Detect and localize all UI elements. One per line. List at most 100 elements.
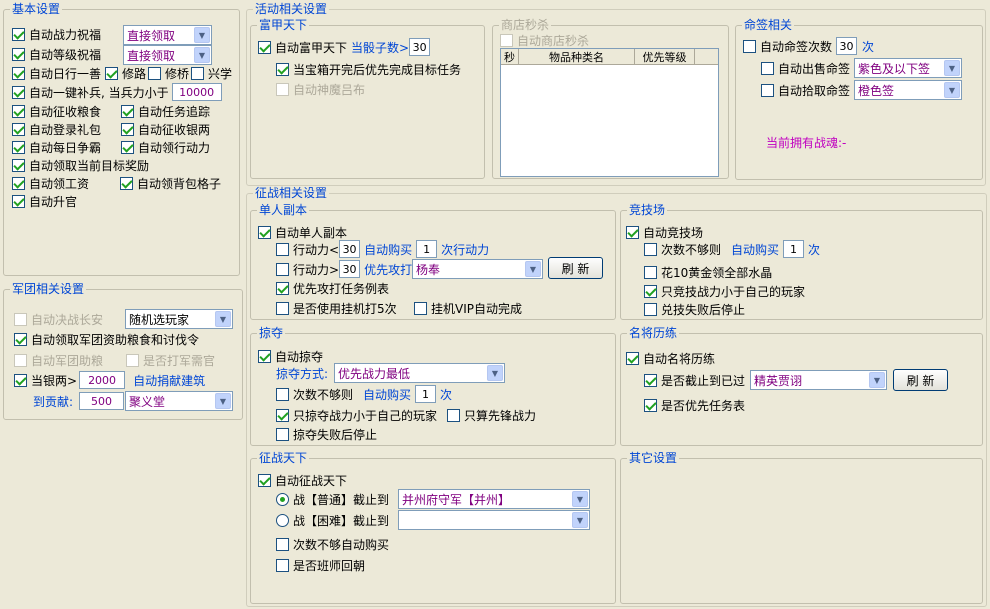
fujia-priority-row[interactable]: 当宝箱开完后优先完成目标任务 — [276, 60, 461, 78]
famous-priority-row[interactable]: 是否优先任务表 — [644, 396, 745, 414]
chevron-down-icon[interactable]: ▼ — [944, 60, 960, 76]
shengguan-checkbox[interactable] — [12, 194, 25, 208]
renwu-zhuizong-checkbox[interactable] — [121, 104, 134, 118]
arena-weaker-checkbox[interactable] — [644, 284, 657, 298]
building-select[interactable]: 聚义堂 ▼ — [125, 391, 233, 411]
vip-checkbox[interactable] — [414, 301, 427, 315]
plunder-stop-checkbox[interactable] — [276, 427, 289, 441]
chevron-down-icon[interactable]: ▼ — [215, 311, 231, 327]
mingqian-count-input[interactable]: 30 — [836, 37, 858, 55]
bangliang-checkbox[interactable] — [14, 353, 27, 367]
plunder-auto-checkbox[interactable] — [258, 349, 271, 363]
chevron-down-icon[interactable]: ▼ — [525, 261, 541, 277]
dengji-select[interactable]: 直接领取 ▼ — [123, 45, 212, 65]
auto-bubing-row[interactable]: 自动一键补兵, 当兵力小于 10000 — [12, 83, 222, 101]
plunder-weaker-row[interactable]: 只掠夺战力小于自己的玩家 — [276, 406, 437, 424]
fujia-auto-row[interactable]: 自动富甲天下 当骰子数> 30 — [258, 38, 431, 56]
single-row1-checkbox[interactable] — [276, 242, 289, 256]
zhanli-select[interactable]: 直接领取 ▼ — [123, 25, 212, 45]
mingqian-sell-select[interactable]: 紫色及以下签 ▼ — [854, 58, 962, 78]
zhengshou-yin-checkbox[interactable] — [121, 122, 134, 136]
famous-stop-checkbox[interactable] — [644, 373, 657, 387]
dice-input[interactable]: 30 — [409, 38, 431, 56]
junxu-checkbox[interactable] — [126, 353, 139, 367]
auto-rixing-checkbox[interactable] — [12, 66, 25, 80]
col-item[interactable]: 物品种类名 — [519, 49, 635, 64]
plunder-stop-row[interactable]: 掠夺失败后停止 — [276, 425, 377, 443]
fujia-priority-checkbox[interactable] — [276, 62, 289, 76]
shop-auto-row[interactable]: 自动商店秒杀 — [500, 31, 589, 49]
mubiao-jiangli-row[interactable]: 自动领取当前目标奖励 — [12, 156, 149, 174]
shop-table[interactable]: 秒 物品种类名 优先等级 — [500, 48, 719, 177]
single-row2[interactable]: 行动力> 30 优先攻打 — [276, 260, 412, 278]
junxu-row[interactable]: 是否打军需官 — [126, 351, 215, 369]
beibao-row[interactable]: 自动领背包格子 — [120, 174, 221, 192]
chevron-down-icon[interactable]: ▼ — [194, 47, 210, 63]
arena-weaker-row[interactable]: 只竞技战力小于自己的玩家 — [644, 282, 805, 300]
arena-auto-row[interactable]: 自动竞技场 — [626, 223, 703, 241]
single-row2-checkbox[interactable] — [276, 262, 289, 276]
single-refresh-button[interactable]: 刷 新 — [548, 257, 603, 279]
chevron-down-icon[interactable]: ▼ — [215, 393, 231, 409]
col-priority[interactable]: 优先等级 — [635, 49, 695, 64]
dangyin-row[interactable]: 当银两> 2000 自动捐献建筑 — [14, 371, 205, 389]
shop-auto-checkbox[interactable] — [500, 33, 513, 47]
conquer-hard-radio[interactable] — [276, 513, 289, 527]
famous-stop-row[interactable]: 是否截止到已过 — [644, 371, 745, 389]
single-row1-input[interactable]: 30 — [339, 240, 361, 258]
juezhan-select[interactable]: 随机选玩家 ▼ — [125, 309, 233, 329]
meiri-zhengba-row[interactable]: 自动每日争霸 — [12, 138, 101, 156]
famous-priority-checkbox[interactable] — [644, 398, 657, 412]
arena-buy-row[interactable]: 次数不够则 自动购买 1 次 — [644, 240, 820, 258]
vip-row[interactable]: 挂机VIP自动完成 — [414, 299, 522, 317]
single-auto-checkbox[interactable] — [258, 225, 271, 239]
arena-stop-row[interactable]: 兑技失败后停止 — [644, 300, 745, 318]
dangyin-checkbox[interactable] — [14, 373, 27, 387]
single-target-select[interactable]: 杨奉 ▼ — [412, 259, 543, 279]
hangup-row[interactable]: 是否使用挂机打5次 — [276, 299, 397, 317]
auto-zhanli-row[interactable]: 自动战力祝福 — [12, 25, 101, 43]
famous-stop-select[interactable]: 精英贾诩 ▼ — [750, 370, 887, 390]
plunder-vanguard-row[interactable]: 只算先锋战力 — [447, 406, 536, 424]
denglu-libao-checkbox[interactable] — [12, 122, 25, 136]
xingdongli-row[interactable]: 自动领行动力 — [121, 138, 210, 156]
gongzi-checkbox[interactable] — [12, 176, 25, 190]
plunder-buy-checkbox[interactable] — [276, 387, 289, 401]
chevron-down-icon[interactable]: ▼ — [944, 82, 960, 98]
fujia-auto-checkbox[interactable] — [258, 40, 271, 54]
auto-zhanli-checkbox[interactable] — [12, 27, 25, 41]
single-priority-checkbox[interactable] — [276, 281, 289, 295]
shengguan-row[interactable]: 自动升官 — [12, 192, 77, 210]
chevron-down-icon[interactable]: ▼ — [572, 491, 588, 507]
zizhu-checkbox[interactable] — [14, 332, 27, 346]
single-buy-count[interactable]: 1 — [416, 240, 438, 258]
mingqian-pick-row[interactable]: 自动拾取命签 — [761, 81, 850, 99]
plunder-buy-count[interactable]: 1 — [415, 385, 437, 403]
single-row2-input[interactable]: 30 — [339, 260, 361, 278]
auto-dengji-row[interactable]: 自动等级祝福 — [12, 45, 101, 63]
mingqian-pick-checkbox[interactable] — [761, 83, 774, 97]
chevron-down-icon[interactable]: ▼ — [194, 27, 210, 43]
chevron-down-icon[interactable]: ▼ — [487, 365, 503, 381]
famous-auto-checkbox[interactable] — [626, 351, 639, 365]
conquer-return-row[interactable]: 是否班师回朝 — [276, 556, 365, 574]
denglu-libao-row[interactable]: 自动登录礼包 — [12, 120, 101, 138]
conquer-return-checkbox[interactable] — [276, 558, 289, 572]
gongxian-input[interactable]: 500 — [79, 392, 125, 410]
conquer-buy-row[interactable]: 次数不够自动购买 — [276, 535, 389, 553]
shenmo-row[interactable]: 自动神魔吕布 — [276, 80, 365, 98]
xingxue-checkbox[interactable] — [191, 66, 205, 80]
famous-auto-row[interactable]: 自动名将历练 — [626, 349, 715, 367]
dangyin-input[interactable]: 2000 — [79, 371, 126, 389]
col-sec[interactable]: 秒 — [501, 49, 519, 64]
arena-buy-checkbox[interactable] — [644, 242, 657, 256]
mingqian-sell-row[interactable]: 自动出售命签 — [761, 59, 850, 77]
xingdongli-checkbox[interactable] — [121, 140, 134, 154]
conquer-hard-select[interactable]: ▼ — [398, 510, 590, 530]
conquer-auto-checkbox[interactable] — [258, 473, 271, 487]
arena-buy-count[interactable]: 1 — [783, 240, 805, 258]
arena-gold-row[interactable]: 花10黄金领全部水晶 — [644, 263, 772, 281]
arena-gold-checkbox[interactable] — [644, 265, 657, 279]
zhengshou-liang-row[interactable]: 自动征收粮食 — [12, 102, 101, 120]
zhengshou-liang-checkbox[interactable] — [12, 104, 25, 118]
